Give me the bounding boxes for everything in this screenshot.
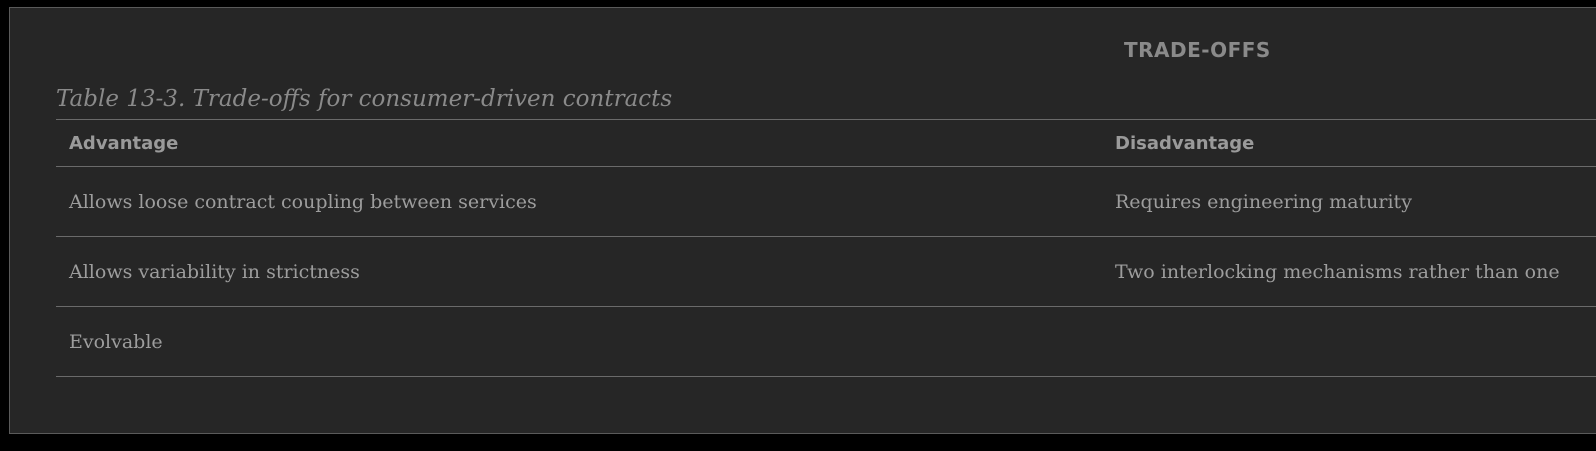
disadvantage-cell: Requires engineering maturity — [1102, 166, 1596, 237]
advantage-cell: Evolvable — [56, 306, 1102, 377]
disadvantage-cell: Two interlocking mechanisms rather than … — [1102, 236, 1596, 307]
advantage-cell: Allows loose contract coupling between s… — [56, 166, 1102, 237]
advantage-cell: Allows variability in strictness — [56, 236, 1102, 307]
header-disadvantage: Disadvantage — [1102, 119, 1596, 167]
tradeoffs-table: Advantage Disadvantage Allows loose cont… — [56, 119, 1596, 377]
table-row: Allows variability in strictness Two int… — [56, 236, 1596, 307]
table-row: Evolvable — [56, 306, 1596, 377]
table-row: Allows loose contract coupling between s… — [56, 166, 1596, 237]
table-header-row: Advantage Disadvantage — [56, 119, 1596, 167]
document-page: TRADE-OFFS Table 13-3. Trade-offs for co… — [9, 7, 1596, 434]
disadvantage-cell — [1102, 306, 1596, 377]
header-advantage: Advantage — [56, 119, 1102, 167]
section-heading: TRADE-OFFS — [1124, 38, 1271, 62]
tradeoffs-table-container: Advantage Disadvantage Allows loose cont… — [56, 119, 1596, 377]
table-caption: Table 13-3. Trade-offs for consumer-driv… — [56, 86, 673, 112]
